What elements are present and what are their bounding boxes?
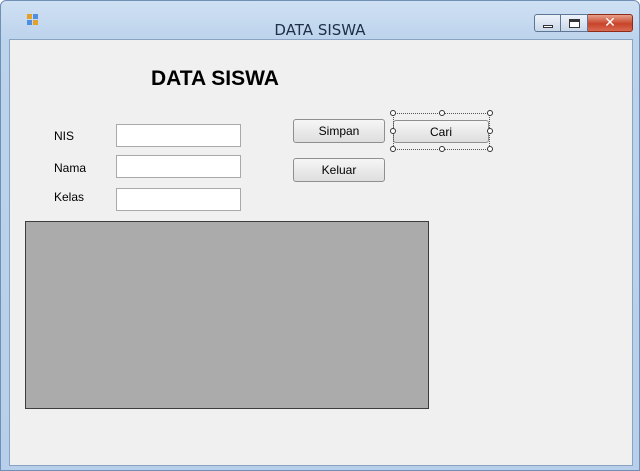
maximize-icon xyxy=(568,18,580,28)
keluar-button[interactable]: Keluar xyxy=(293,158,385,182)
simpan-button[interactable]: Simpan xyxy=(293,119,385,143)
resize-handle-top-right[interactable] xyxy=(487,110,493,116)
window-controls: ✕ xyxy=(534,14,633,33)
nama-input[interactable] xyxy=(116,155,241,178)
resize-handle-bottom-right[interactable] xyxy=(487,146,493,152)
kelas-label: Kelas xyxy=(54,190,85,204)
close-icon: ✕ xyxy=(604,15,616,31)
title-bar[interactable]: DATA SISWA ✕ xyxy=(1,1,639,39)
minimize-button[interactable] xyxy=(534,14,561,32)
nis-label: NIS xyxy=(54,129,75,143)
resize-handle-top[interactable] xyxy=(439,110,445,116)
resize-handle-top-left[interactable] xyxy=(390,110,396,116)
minimize-icon xyxy=(542,25,553,28)
form-client-area: DATA SISWA NIS Nama Kelas Simpan Keluar … xyxy=(9,39,633,466)
data-grid-view[interactable] xyxy=(25,221,429,409)
nama-label: Nama xyxy=(54,161,87,175)
resize-handle-right[interactable] xyxy=(487,128,493,134)
selection-adorner xyxy=(393,113,490,150)
window-frame: DATA SISWA ✕ DATA SISWA NIS Nama Kelas S… xyxy=(0,0,640,471)
resize-handle-bottom[interactable] xyxy=(439,146,445,152)
form-heading: DATA SISWA xyxy=(151,67,279,90)
close-button[interactable]: ✕ xyxy=(588,14,633,32)
nis-input[interactable] xyxy=(116,124,241,147)
maximize-button[interactable] xyxy=(561,14,588,32)
resize-handle-left[interactable] xyxy=(390,128,396,134)
kelas-input[interactable] xyxy=(116,188,241,211)
resize-handle-bottom-left[interactable] xyxy=(390,146,396,152)
